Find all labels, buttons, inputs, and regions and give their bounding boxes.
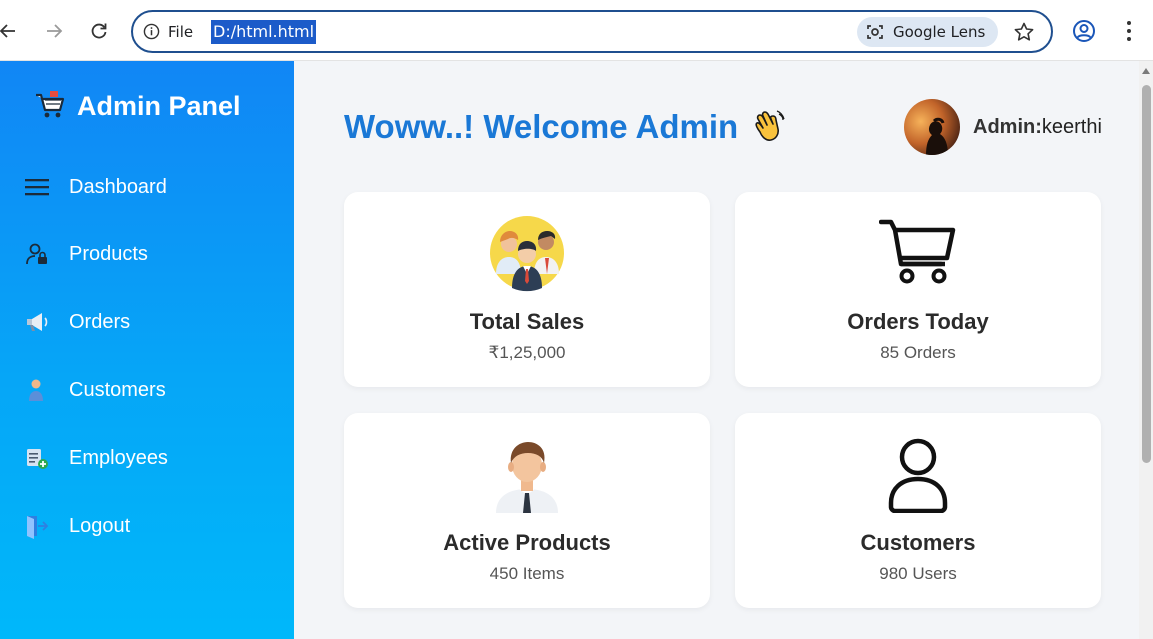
url-text[interactable]: D:/html.html — [211, 20, 317, 44]
person-icon — [24, 377, 50, 403]
vertical-dots-icon[interactable] — [1120, 19, 1138, 43]
add-list-icon — [24, 445, 50, 471]
card-value: ₹1,25,000 — [488, 343, 566, 362]
main-content: Woww..! Welcome Admin Admin:keerthi Tota… — [294, 61, 1139, 639]
admin-profile[interactable]: Admin:keerthi — [904, 99, 1102, 155]
sidebar-item-logout[interactable]: Logout — [24, 508, 130, 544]
sidebar-item-customers[interactable]: Customers — [24, 372, 166, 408]
shopping-cart-icon — [879, 219, 956, 284]
arrow-right-icon — [47, 24, 63, 38]
reload-icon — [91, 23, 107, 39]
browser-toolbar: File D:/html.html Google Lens — [0, 0, 1153, 61]
businessman-icon — [496, 442, 558, 513]
megaphone-icon — [24, 309, 50, 335]
card-title: Total Sales — [469, 309, 585, 334]
card-value: 980 Users — [879, 564, 957, 583]
stat-card-active-products[interactable]: Active Products 450 Items — [344, 413, 710, 608]
sidebar-item-label: Customers — [69, 378, 166, 401]
hamburger-menu-icon — [24, 174, 50, 200]
team-people-icon — [490, 216, 564, 292]
welcome-heading: Woww..! Welcome Admin — [344, 108, 788, 146]
admin-name: Admin:keerthi — [973, 116, 1102, 139]
card-title: Active Products — [443, 530, 611, 555]
sidebar-item-label: Dashboard — [69, 175, 167, 198]
profile-icon[interactable] — [1072, 19, 1096, 43]
google-lens-label: Google Lens — [893, 23, 986, 41]
scheme-label: File — [168, 23, 194, 41]
arrow-left-icon — [0, 24, 15, 38]
card-title: Orders Today — [847, 309, 989, 334]
back-button[interactable] — [0, 19, 20, 43]
vertical-scrollbar[interactable] — [1139, 61, 1153, 639]
sidebar: Admin Panel Dashboard Products Orders Cu… — [0, 61, 294, 639]
admin-username: keerthi — [1041, 115, 1102, 138]
google-lens-button[interactable]: Google Lens — [857, 17, 998, 47]
star-icon[interactable] — [1013, 21, 1035, 43]
sidebar-item-employees[interactable]: Employees — [24, 440, 168, 476]
scroll-up-arrow-icon[interactable] — [1142, 68, 1150, 74]
forward-button[interactable] — [42, 19, 66, 43]
scrollbar-thumb[interactable] — [1142, 85, 1151, 463]
user-outline-icon — [888, 438, 948, 513]
sidebar-item-products[interactable]: Products — [24, 236, 148, 272]
shopping-cart-icon — [36, 91, 65, 118]
address-bar[interactable]: File D:/html.html Google Lens — [131, 10, 1053, 53]
card-value: 450 Items — [489, 564, 565, 583]
stat-card-orders-today[interactable]: Orders Today 85 Orders — [735, 192, 1101, 387]
stat-card-total-sales[interactable]: Total Sales ₹1,25,000 — [344, 192, 710, 387]
logout-door-icon — [24, 513, 50, 539]
card-value: 85 Orders — [880, 343, 956, 362]
reload-button[interactable] — [87, 19, 111, 43]
sidebar-item-orders[interactable]: Orders — [24, 304, 130, 340]
info-icon[interactable] — [143, 23, 160, 40]
stat-card-customers[interactable]: Customers 980 Users — [735, 413, 1101, 608]
sidebar-item-label: Logout — [69, 514, 131, 537]
brand-title: Admin Panel — [77, 90, 241, 121]
avatar[interactable] — [904, 99, 960, 155]
brand: Admin Panel — [33, 89, 241, 123]
admin-prefix: Admin: — [973, 115, 1042, 138]
sidebar-item-dashboard[interactable]: Dashboard — [24, 169, 167, 205]
sidebar-item-label: Products — [69, 242, 148, 265]
waving-hand-icon — [755, 110, 785, 141]
welcome-text: Woww..! Welcome Admin — [344, 108, 739, 145]
sidebar-item-label: Orders — [69, 310, 131, 333]
card-title: Customers — [860, 530, 976, 555]
sidebar-item-label: Employees — [69, 446, 168, 469]
google-lens-icon — [867, 25, 883, 39]
user-lock-icon — [24, 241, 50, 267]
